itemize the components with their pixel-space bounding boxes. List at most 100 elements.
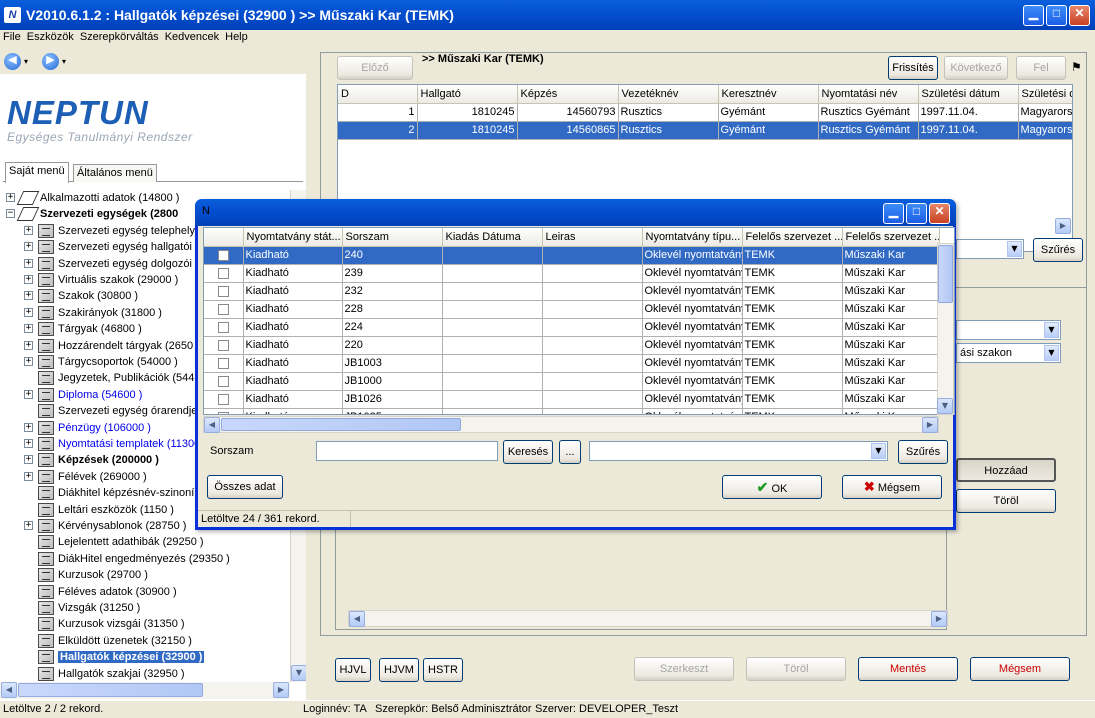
expand-icon[interactable]: +	[24, 307, 33, 317]
tree-item[interactable]: Kurzusok vizsgái (31350 )	[0, 616, 292, 633]
tree-item[interactable]: Vizsgák (31250 )	[0, 600, 292, 617]
column-header[interactable]: Születési dátum	[918, 85, 1019, 104]
back-dropdown-icon[interactable]: ▾	[24, 57, 28, 66]
scroll-thumb[interactable]	[221, 418, 461, 431]
scroll-left-icon[interactable]: ◀	[349, 611, 365, 627]
ellipsis-button[interactable]: ...	[559, 440, 581, 464]
table-row[interactable]: Kiadható 232 Oklevél nyomtatvány TEMK Műszak…	[204, 282, 940, 301]
table-row[interactable]: Kiadható 220 Oklevél nyomtatvány TEMK Műszak…	[204, 336, 940, 355]
minimize-icon[interactable]: ▁	[1023, 5, 1044, 26]
collapse-icon[interactable]: −	[6, 209, 15, 219]
table-row[interactable]: KiadhatóJB1025 Oklevél nyomtatványTEMKMűs…	[204, 408, 940, 414]
expand-icon[interactable]: +	[24, 389, 33, 399]
forms-vertical-scrollbar[interactable]: ▼	[937, 243, 954, 415]
scroll-thumb[interactable]	[938, 245, 953, 303]
scroll-right-icon[interactable]: ▶	[922, 417, 938, 433]
tree-item[interactable]: Hallgatók szakjai (32950 )	[0, 666, 292, 682]
expand-icon[interactable]: +	[24, 242, 33, 252]
dialog-cancel-button[interactable]: ✖ Mégsem	[842, 475, 942, 499]
scroll-right-icon[interactable]: ▶	[273, 682, 289, 698]
column-header[interactable]: Kiadás Dátuma	[442, 228, 543, 247]
chevron-down-icon[interactable]: ▼	[1044, 322, 1059, 338]
filter-button[interactable]: Szűrés	[1033, 238, 1083, 262]
tree-item[interactable]: Lejelentett adathibák (29250 )	[0, 534, 292, 551]
window-title-bar[interactable]: N V2010.6.1.2 : Hallgatók képzései (3290…	[0, 0, 1095, 30]
tree-item[interactable]: Hallgatók képzései (32900 )	[0, 649, 292, 666]
tab-altalanos-menu[interactable]: Általános menü	[73, 164, 157, 182]
table-row[interactable]: 1 1810245 14560793 Rusztics Gyémánt Rusztics …	[338, 103, 1072, 122]
grid-scroll-right-icon[interactable]: ▶	[1055, 218, 1071, 234]
column-header[interactable]: Nyomtatvány típu...	[642, 228, 743, 247]
menu-szerepkorvaltas[interactable]: Szerepkörváltás	[77, 30, 162, 44]
expand-icon[interactable]: +	[24, 340, 33, 350]
expand-icon[interactable]: +	[24, 291, 33, 301]
edit-button[interactable]: Szerkeszt	[634, 657, 734, 681]
scroll-down-icon[interactable]: ▼	[291, 665, 307, 681]
row-checkbox[interactable]	[218, 357, 229, 369]
menu-file[interactable]: File	[0, 30, 24, 44]
next-button[interactable]: Következő	[944, 56, 1008, 80]
column-header[interactable]: Felelős szervezet ...	[842, 228, 940, 247]
scroll-left-icon[interactable]: ◀	[1, 682, 17, 698]
chevron-down-icon[interactable]: ▼	[871, 443, 886, 459]
forward-icon[interactable]: ▶	[42, 53, 59, 70]
tree-item[interactable]: Elküldött üzenetek (32150 )	[0, 633, 292, 650]
dialog-close-icon[interactable]: ✕	[929, 203, 950, 224]
delete-side-button[interactable]: Töröl	[956, 489, 1056, 513]
row-checkbox[interactable]	[218, 249, 229, 261]
column-header[interactable]: Nyomtatási név	[818, 85, 919, 104]
column-header[interactable]: Felelős szervezet ...	[742, 228, 843, 247]
row-checkbox[interactable]	[218, 339, 229, 351]
forward-dropdown-icon[interactable]: ▾	[62, 57, 66, 66]
tree-item[interactable]: DiákHitel engedményezés (29350 )	[0, 551, 292, 568]
left-horizontal-scrollbar[interactable]: ◀ ▶	[0, 682, 290, 699]
expand-icon[interactable]: +	[24, 439, 33, 448]
table-row[interactable]: Kiadható 228 Oklevél nyomtatvány TEMK Műszak…	[204, 300, 940, 319]
all-data-button[interactable]: Összes adat	[207, 475, 283, 499]
expand-icon[interactable]: +	[24, 471, 33, 481]
detail-combo-1[interactable]: ▼	[956, 320, 1061, 340]
detail-combo-2[interactable]: ási szakon ▼	[956, 343, 1061, 363]
column-header[interactable]: Vezetéknév	[618, 85, 719, 104]
tab-sajat-menu[interactable]: Saját menü	[5, 162, 69, 183]
scroll-right-icon[interactable]: ▶	[931, 611, 947, 627]
menu-help[interactable]: Help	[222, 30, 251, 44]
cancel-button[interactable]: Mégsem	[970, 657, 1070, 681]
forms-grid[interactable]: Nyomtatvány stát... Sorszam Kiadás Dátuma L…	[203, 227, 955, 415]
column-header[interactable]: Születési or	[1018, 85, 1072, 104]
sorszam-input[interactable]	[316, 441, 498, 461]
table-row[interactable]: Kiadható JB1000 Oklevél nyomtatvány TEMK Műs…	[204, 372, 940, 391]
scroll-left-icon[interactable]: ◀	[204, 417, 220, 433]
hjvl-button[interactable]: HJVL	[335, 658, 371, 682]
column-header[interactable]	[204, 228, 244, 247]
column-header[interactable]: Sorszam	[342, 228, 443, 247]
table-row[interactable]: Kiadható 239 Oklevél nyomtatvány TEMK Műszak…	[204, 264, 940, 283]
ok-button[interactable]: ✔ OK	[722, 475, 822, 499]
scroll-thumb[interactable]	[18, 683, 203, 697]
expand-icon[interactable]: +	[24, 225, 33, 235]
delete-button[interactable]: Töröl	[746, 657, 846, 681]
dialog-maximize-icon[interactable]: □	[906, 203, 927, 224]
back-icon[interactable]: ◀	[4, 53, 21, 70]
expand-icon[interactable]: +	[24, 357, 33, 366]
row-checkbox[interactable]	[218, 267, 229, 279]
table-row[interactable]: Kiadható 224 Oklevél nyomtatvány TEMK Műszak…	[204, 318, 940, 337]
expand-icon[interactable]: +	[24, 324, 33, 334]
up-button[interactable]: Fel	[1016, 56, 1066, 80]
expand-icon[interactable]: +	[6, 193, 15, 202]
menu-kedvencek[interactable]: Kedvencek	[162, 30, 222, 44]
menu-eszkozok[interactable]: Eszközök	[24, 30, 77, 44]
add-button[interactable]: Hozzáad	[956, 458, 1056, 482]
hjvm-button[interactable]: HJVM	[379, 658, 419, 682]
maximize-icon[interactable]: □	[1046, 5, 1067, 26]
dialog-minimize-icon[interactable]: ▁	[883, 203, 904, 224]
table-row[interactable]: Kiadható JB1026 Oklevél nyomtatvány TEMK Műs…	[204, 390, 940, 409]
row-checkbox[interactable]	[218, 303, 229, 315]
save-button[interactable]: Mentés	[858, 657, 958, 681]
dialog-filter-button[interactable]: Szűrés	[898, 440, 948, 464]
selection-dialog[interactable]: N ▁ □ ✕ Nyomtatvány stát... Sorszam Kiadás…	[195, 199, 956, 530]
column-header[interactable]: Képzés	[517, 85, 619, 104]
chevron-down-icon[interactable]: ▼	[1007, 241, 1022, 257]
row-checkbox[interactable]	[218, 411, 229, 414]
row-checkbox[interactable]	[218, 375, 229, 387]
